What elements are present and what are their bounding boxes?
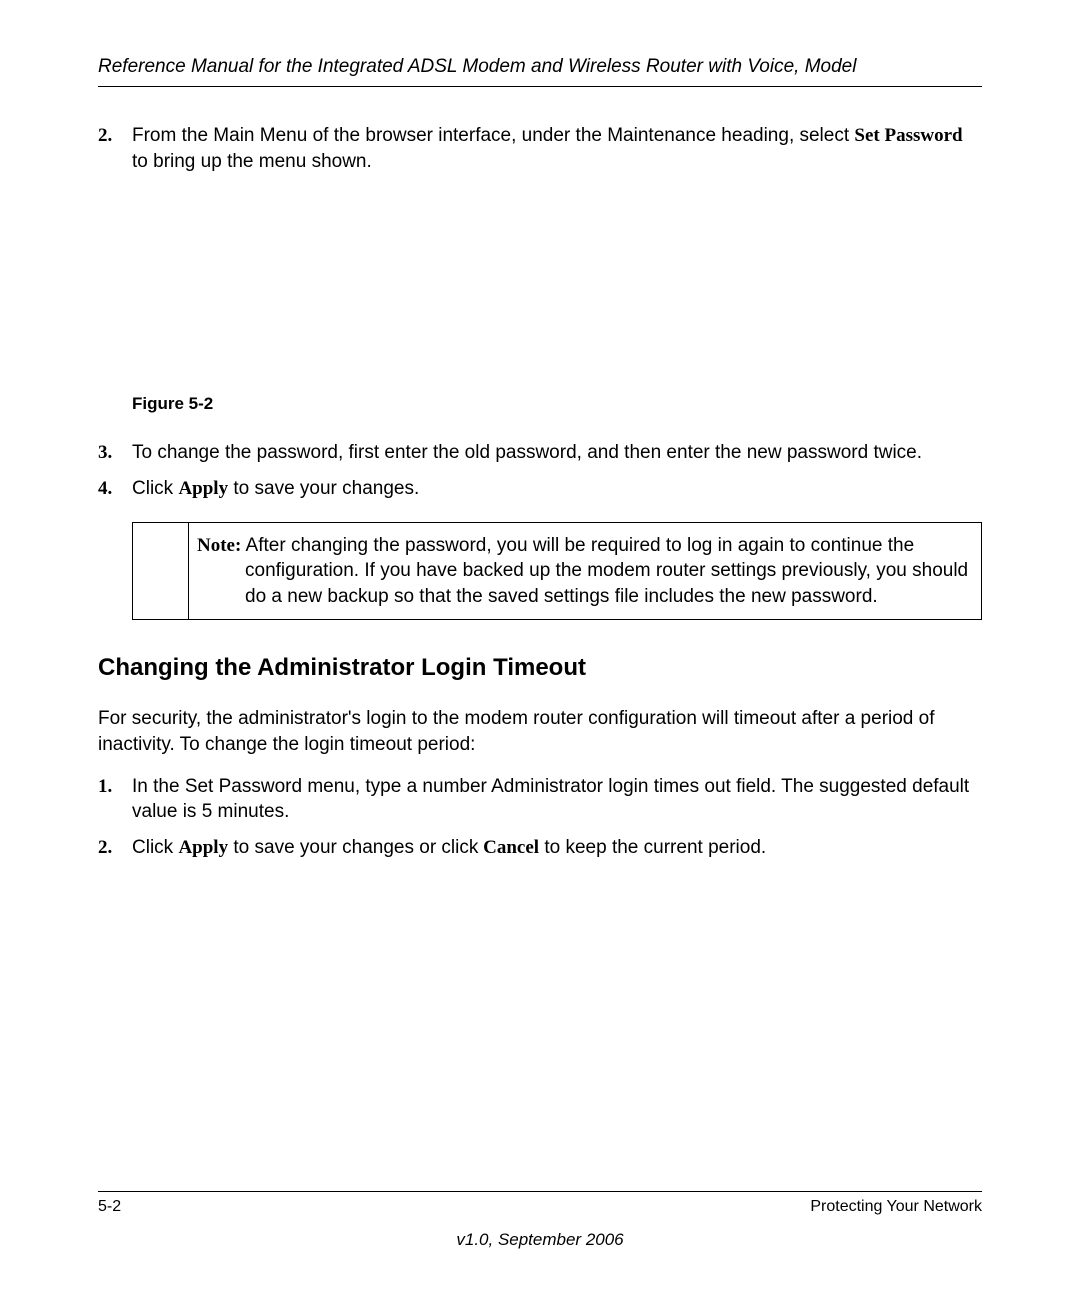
step-b1: 1. In the Set Password menu, type a numb… [98,774,982,825]
footer-version: v1.0, September 2006 [98,1230,982,1250]
note-icon-cell [133,522,189,620]
page-header-title: Reference Manual for the Integrated ADSL… [98,56,982,86]
step-bold: Cancel [478,837,539,858]
step-number: 4. [98,476,112,502]
para-text: nge the login timeout period: [236,734,476,755]
note-label: Note: [197,535,241,556]
steps-list-1: 2. From the Main Menu of the browser int… [98,123,982,174]
footer-rule [98,1191,982,1192]
note-text-cell: Note: After changing the password, you w… [189,522,982,620]
step-bold: Apply [178,837,228,858]
step-bold: Apply [178,478,228,499]
step-number: 1. [98,774,112,800]
para-text: For security, the administrator's login … [98,708,459,729]
step-text: to save your changes or click [228,837,478,858]
footer-page-number: 5-2 [98,1198,121,1216]
step-text: , select [789,125,854,146]
step-b2: 2. Click Apply to save your changes or c… [98,835,982,861]
step-text: To change the password, first enter the … [132,442,490,463]
note-text: the saved settings file includes the new… [451,586,878,607]
step-text: In the Set Password menu, type a number [132,776,487,797]
step-number: 2. [98,123,112,149]
step-2: 2. From the Main Menu of the browser int… [98,123,982,174]
page-footer: 5-2 Protecting Your Network v1.0, Septem… [98,1191,982,1250]
step-text: to keep the current period. [539,837,766,858]
figure-caption: Figure 5-2 [132,394,982,414]
step-3: 3. To change the password, first enter t… [98,440,982,466]
header-rule [98,86,982,87]
footer-row: 5-2 Protecting Your Network [98,1198,982,1216]
body-paragraph: For security, the administrator's login … [98,706,982,757]
note-text: After changing the password, you will be [241,535,585,556]
step-text: password, and then enter the new passwor… [490,442,922,463]
step-number: 3. [98,440,112,466]
step-text: From the Main Menu of the browser interf… [132,125,789,146]
steps-list-1b: 3. To change the password, first enter t… [98,440,982,501]
step-bold: Set Password [854,125,962,146]
step-text: to save your changes. [228,478,419,499]
step-text: Click [132,837,178,858]
step-number: 2. [98,835,112,861]
footer-section-title: Protecting Your Network [810,1198,982,1216]
step-4: 4. Click Apply to save your changes. [98,476,982,502]
figure-placeholder [98,184,982,394]
steps-list-2: 1. In the Set Password menu, type a numb… [98,774,982,861]
step-text: Click [132,478,178,499]
step-text: to bring up the menu shown. [132,151,372,172]
note-text: required to log in [586,535,733,556]
note-box: Note: After changing the password, you w… [132,522,982,621]
para-text: modem router configuration [459,708,697,729]
section-heading: Changing the Administrator Login Timeout [98,654,982,682]
